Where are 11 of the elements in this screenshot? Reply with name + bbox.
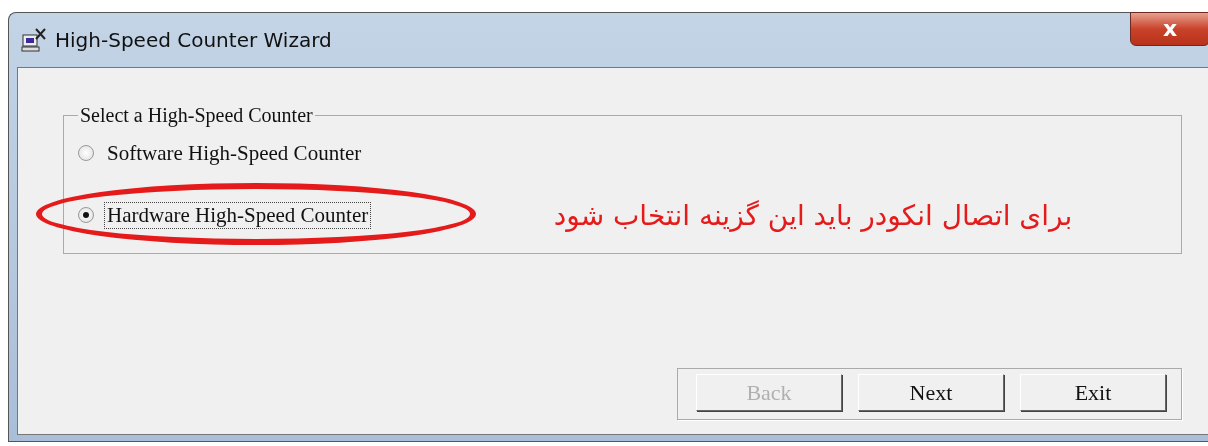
computer-icon [21,27,47,53]
group-title: Select a High-Speed Counter [79,104,314,127]
radio-label[interactable]: Hardware High-Speed Counter [104,201,372,229]
wizard-button[interactable]: Exit [1020,374,1166,411]
close-button[interactable]: x [1130,12,1208,46]
radio-button[interactable] [78,207,94,223]
annotation-text: برای اتصال انکودر باید این گزینه انتخاب شود [552,199,1074,232]
radio-button[interactable] [78,145,94,161]
radio-label[interactable]: Software High-Speed Counter [104,139,365,167]
window-title: High-Speed Counter Wizard [55,28,332,52]
wizard-button[interactable]: Next [858,374,1004,411]
